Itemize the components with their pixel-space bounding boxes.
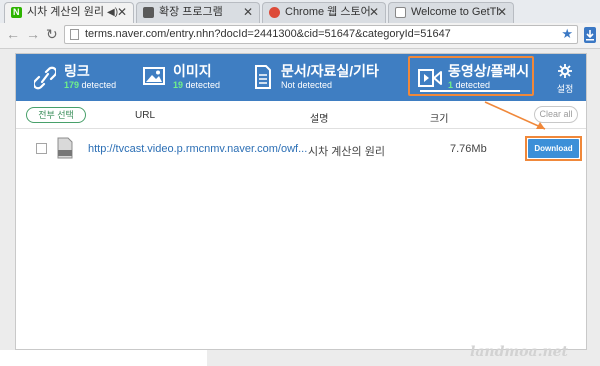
tab-title: 시차 계산의 원리 — [27, 6, 104, 18]
category-documents-label: 문서/자료실/기타 — [281, 63, 379, 79]
file-list-header: 전부 선택 URL 설명 크기 Clear all — [16, 101, 586, 129]
bookmark-star-icon[interactable]: ★ — [561, 26, 573, 42]
select-all-button[interactable]: 전부 선택 — [26, 107, 86, 123]
category-links-count: 179 detected — [64, 80, 117, 90]
download-manager-popup: 링크 179 detected 이미지 19 detected 문서/자료실/기… — [15, 53, 587, 350]
tab-naver[interactable]: N 시차 계산의 원리 ◀) ✕ — [4, 2, 134, 23]
mp4-file-icon — [57, 137, 73, 159]
tab-title: 확장 프로그램 — [159, 6, 223, 18]
page-info-icon[interactable] — [70, 29, 79, 40]
watermark-text: landmoa.net — [470, 344, 569, 360]
close-tab-icon[interactable]: ✕ — [117, 3, 127, 22]
download-extension-icon[interactable] — [583, 27, 597, 43]
browser-tab-strip: N 시차 계산의 원리 ◀) ✕ 확장 프로그램 ✕ Chrome 웹 스토어 … — [0, 0, 600, 23]
file-checkbox[interactable] — [36, 143, 47, 154]
category-images-count: 19 detected — [173, 80, 221, 90]
category-bar: 링크 179 detected 이미지 19 detected 문서/자료실/기… — [16, 54, 586, 101]
download-button[interactable]: Download — [528, 139, 579, 158]
column-url: URL — [135, 110, 156, 121]
page-icon — [395, 7, 406, 18]
tab-chrome-store[interactable]: Chrome 웹 스토어 - ✕ — [262, 2, 386, 23]
forward-icon[interactable]: → — [26, 26, 40, 42]
tab-getthemall[interactable]: Welcome to GetThe ✕ — [388, 2, 514, 23]
address-text[interactable]: terms.naver.com/entry.nhn?docId=2441300&… — [85, 28, 451, 40]
bottom-strip — [0, 350, 207, 366]
category-links[interactable]: 링크 179 detected — [34, 54, 144, 101]
file-description: 시차 계산의 원리 — [308, 146, 385, 158]
image-icon — [143, 67, 165, 85]
close-tab-icon[interactable]: ✕ — [497, 3, 507, 22]
back-icon[interactable]: ← — [6, 26, 20, 42]
close-tab-icon[interactable]: ✕ — [369, 3, 379, 22]
file-row: http://tvcast.video.p.rmcnmv.naver.com/o… — [16, 129, 586, 169]
chrome-store-icon — [269, 7, 280, 18]
video-category-highlight — [408, 56, 534, 96]
gear-icon — [558, 64, 572, 78]
download-highlight: Download — [525, 136, 582, 161]
tab-title: Chrome 웹 스토어 - — [285, 6, 371, 18]
category-documents-status: Not detected — [281, 80, 333, 90]
tab-title: Welcome to GetThe — [411, 6, 499, 18]
category-documents[interactable]: 문서/자료실/기타 Not detected — [254, 54, 404, 101]
reload-icon[interactable]: ↻ — [46, 26, 58, 43]
link-icon — [34, 66, 56, 90]
category-images[interactable]: 이미지 19 detected — [143, 54, 253, 101]
settings-button[interactable]: 설정 — [550, 62, 580, 94]
clear-all-button[interactable]: Clear all — [534, 106, 578, 123]
close-tab-icon[interactable]: ✕ — [243, 3, 253, 22]
document-icon — [255, 65, 271, 89]
category-images-label: 이미지 — [173, 63, 212, 79]
browser-toolbar: ← → ↻ terms.naver.com/entry.nhn?docId=24… — [0, 23, 600, 49]
column-size: 크기 — [430, 114, 449, 125]
settings-label: 설정 — [556, 84, 574, 94]
tab-extensions[interactable]: 확장 프로그램 ✕ — [136, 2, 260, 23]
category-links-label: 링크 — [64, 63, 90, 79]
naver-n-icon: N — [11, 7, 22, 18]
file-url-link[interactable]: http://tvcast.video.p.rmcnmv.naver.com/o… — [88, 143, 307, 155]
address-bar[interactable]: terms.naver.com/entry.nhn?docId=2441300&… — [64, 25, 578, 44]
column-description: 설명 — [310, 114, 329, 125]
puzzle-icon — [143, 7, 154, 18]
file-size: 7.76Mb — [450, 143, 487, 155]
